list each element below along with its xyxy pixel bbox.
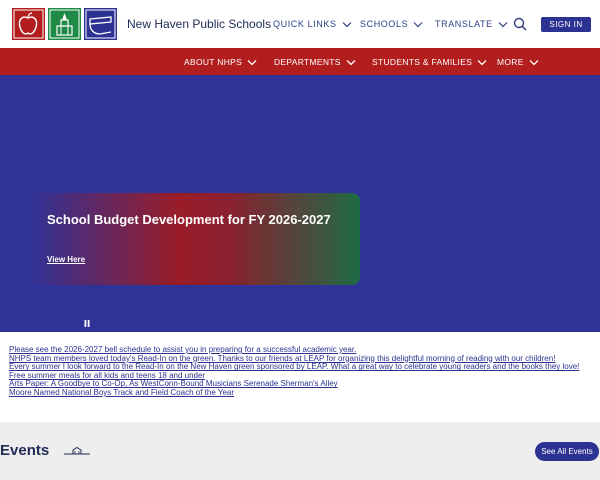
apple-logo-icon	[12, 8, 45, 40]
nav-item-label: STUDENTS & FAMILIES	[372, 57, 473, 67]
news-link[interactable]: Moore Named National Boys Track and Fiel…	[9, 388, 599, 398]
nav-item-about[interactable]: ABOUT NHPS	[184, 57, 257, 67]
chevron-down-icon	[247, 59, 257, 65]
events-title: Events	[0, 442, 50, 459]
nav-item-label: DEPARTMENTS	[274, 57, 341, 67]
nav-item-label: MORE	[497, 57, 524, 67]
building-divider-icon	[64, 447, 90, 455]
hero-banner: School Budget Development for FY 2026-20…	[0, 75, 600, 332]
sign-in-button[interactable]: SIGN IN	[541, 17, 591, 32]
quick-links-label: QUICK LINKS	[273, 19, 337, 29]
translate-label: TRANSLATE	[435, 19, 493, 29]
nav-item-label: ABOUT NHPS	[184, 57, 243, 67]
quick-links-menu[interactable]: QUICK LINKS	[273, 19, 352, 29]
chevron-down-icon	[498, 21, 508, 27]
district-logos[interactable]	[12, 8, 117, 40]
chevron-down-icon	[477, 59, 487, 65]
search-icon[interactable]	[513, 17, 527, 31]
events-section: Events See All Events	[0, 422, 600, 480]
chevron-down-icon	[342, 21, 352, 27]
pause-icon[interactable]	[84, 320, 90, 327]
chevron-down-icon	[346, 59, 356, 65]
nav-item-departments[interactable]: DEPARTMENTS	[274, 57, 356, 67]
hero-title: School Budget Development for FY 2026-20…	[47, 212, 331, 227]
see-all-events-button[interactable]: See All Events	[535, 442, 599, 461]
chevron-down-icon	[413, 21, 423, 27]
schools-label: SCHOOLS	[360, 19, 409, 29]
translate-menu[interactable]: TRANSLATE	[435, 19, 508, 29]
site-header: New Haven Public Schools QUICK LINKS SCH…	[0, 0, 600, 48]
building-logo-icon	[48, 8, 81, 40]
nav-item-students-families[interactable]: STUDENTS & FAMILIES	[372, 57, 487, 67]
book-logo-icon	[84, 8, 117, 40]
news-list: Please see the 2026-2027 bell schedule t…	[9, 345, 599, 398]
hero-card: School Budget Development for FY 2026-20…	[30, 193, 360, 285]
site-name[interactable]: New Haven Public Schools	[127, 17, 271, 31]
nav-item-more[interactable]: MORE	[497, 57, 539, 67]
chevron-down-icon	[529, 59, 539, 65]
view-here-link[interactable]: View Here	[47, 255, 85, 264]
schools-menu[interactable]: SCHOOLS	[360, 19, 423, 29]
main-navigation: ABOUT NHPS DEPARTMENTS STUDENTS & FAMILI…	[0, 48, 600, 75]
